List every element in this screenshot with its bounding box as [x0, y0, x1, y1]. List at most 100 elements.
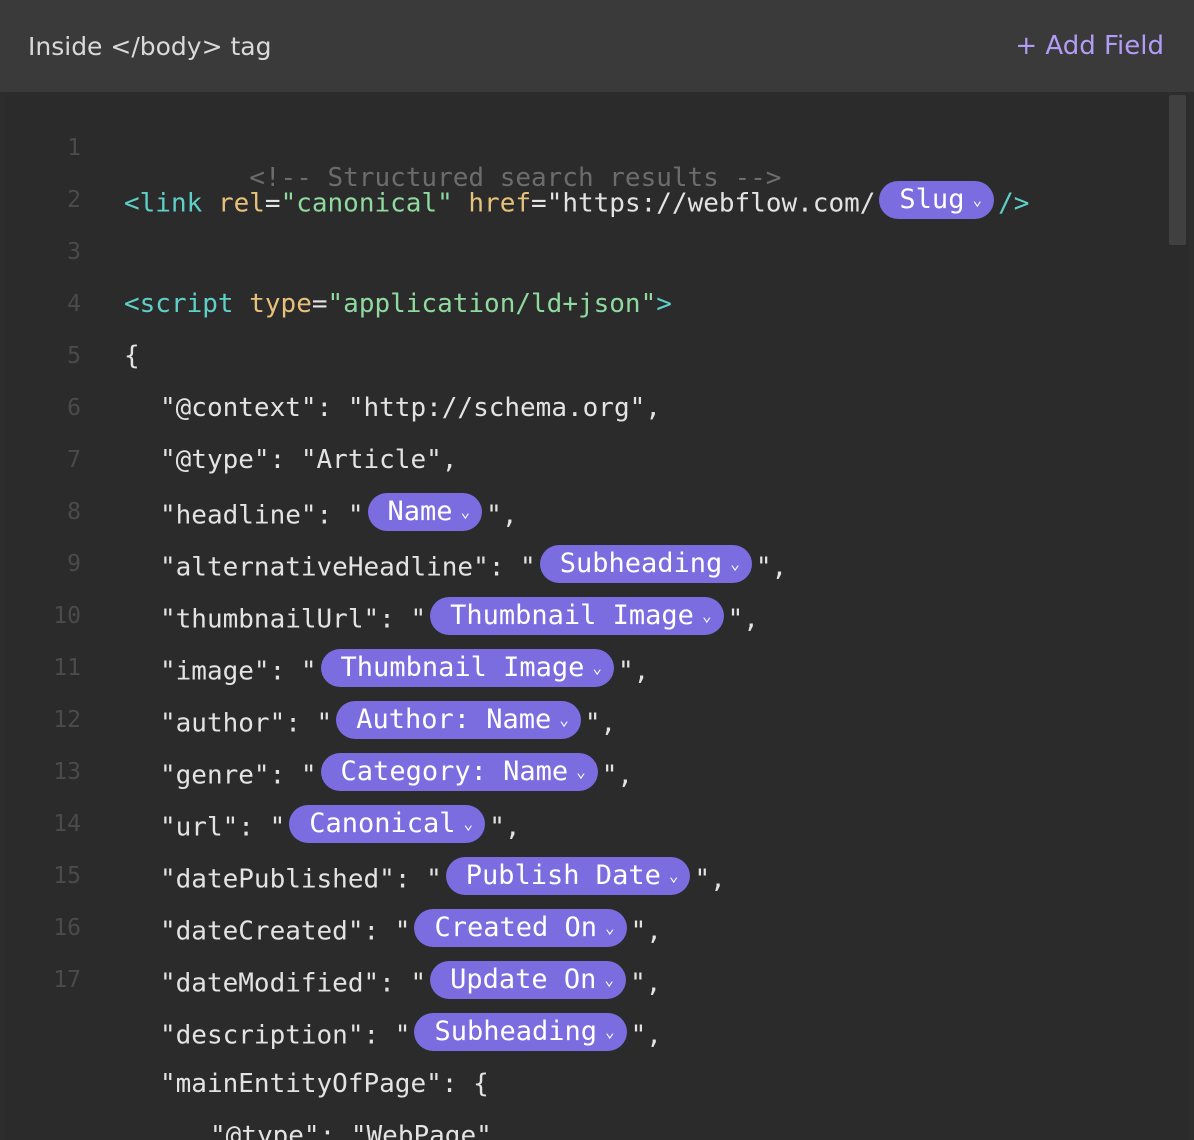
chevron-down-icon: ⌄ — [668, 866, 679, 885]
field-pill-subheading[interactable]: Subheading ⌄ — [414, 1013, 627, 1051]
field-pill-category-name[interactable]: Category: Name ⌄ — [320, 753, 598, 791]
code-string: "application/ld+json" — [327, 289, 657, 319]
code-key: "alternativeHeadline": " — [160, 552, 536, 583]
field-pill-label: Publish Date — [465, 860, 661, 891]
line-number: 6 — [67, 395, 81, 421]
code-line-alternative-headline: "alternativeHeadline": " Subheading ⌄ ", — [160, 545, 788, 587]
code-line-type: "@type": "Article", — [160, 445, 458, 475]
panel-title: Inside </body> tag — [28, 32, 272, 61]
field-pill-author-name[interactable]: Author: Name ⌄ — [336, 701, 581, 739]
code-line-link: <link rel="canonical" href="https://webf… — [124, 181, 1030, 223]
line-number: 1 — [67, 135, 81, 161]
code-key: "thumbnailUrl": " — [160, 604, 427, 635]
line-number: 8 — [67, 499, 81, 525]
code-line-author: "author": " Author: Name ⌄ ", — [160, 701, 617, 743]
field-pill-label: Thumbnail Image — [340, 652, 585, 683]
field-pill-created-on[interactable]: Created On ⌄ — [414, 909, 627, 947]
code-tag: > — [656, 289, 672, 319]
code-punct: ", — [727, 604, 759, 635]
field-pill-label: Subheading — [434, 1016, 598, 1047]
field-pill-thumbnail-image[interactable]: Thumbnail Image ⌄ — [320, 649, 615, 687]
line-number: 17 — [53, 967, 81, 993]
field-pill-label: Thumbnail Image — [450, 600, 694, 631]
code-line-date-modified: "dateModified": " Update On ⌄ ", — [160, 961, 662, 1003]
chevron-down-icon: ⌄ — [972, 190, 983, 209]
code-line-thumbnail-url: "thumbnailUrl": " Thumbnail Image ⌄ ", — [160, 597, 759, 639]
field-pill-label: Update On — [450, 964, 597, 995]
code-punct: ", — [630, 1020, 662, 1051]
code-line-date-published: "datePublished": " Publish Date ⌄ ", — [160, 857, 726, 899]
code-line-date-created: "dateCreated": " Created On ⌄ ", — [160, 909, 662, 951]
chevron-down-icon: ⌄ — [576, 762, 586, 781]
code-punct: ", — [584, 708, 617, 739]
code-key: "genre": " — [160, 760, 317, 791]
code-line-description: "description": " Subheading ⌄ ", — [160, 1013, 662, 1055]
code-key: "dateModified": " — [160, 968, 427, 999]
code-punct: ", — [489, 812, 521, 843]
field-pill-label: Canonical — [309, 808, 456, 839]
field-pill-name[interactable]: Name ⌄ — [367, 493, 483, 531]
line-number: 12 — [53, 707, 81, 733]
code-editor[interactable]: 1 2 3 4 5 6 7 8 9 10 11 12 13 14 15 16 1… — [5, 95, 1189, 1140]
code-key: "headline": " — [160, 500, 364, 531]
chevron-down-icon: ⌄ — [605, 918, 615, 937]
line-number: 13 — [53, 759, 81, 785]
code-attr: href — [468, 188, 532, 219]
code-line-genre: "genre": " Category: Name ⌄ ", — [160, 753, 634, 795]
line-number: 4 — [67, 291, 81, 317]
code-tag: /> — [998, 188, 1030, 219]
code-punct: ", — [618, 656, 650, 687]
add-field-button[interactable]: + Add Field — [1015, 31, 1164, 61]
code-line-image: "image": " Thumbnail Image ⌄ ", — [160, 649, 650, 691]
code-punct: ", — [694, 864, 726, 895]
scrollbar-thumb[interactable] — [1169, 95, 1186, 245]
code-line-url: "url": " Canonical ⌄ ", — [160, 805, 521, 847]
chevron-down-icon: ⌄ — [701, 606, 712, 625]
code-string: "canonical" — [280, 188, 453, 219]
code-key: "author": " — [160, 708, 333, 739]
field-pill-label: Category: Name — [340, 756, 569, 787]
code-attr: type — [249, 289, 312, 319]
custom-code-panel: Inside </body> tag + Add Field 1 2 3 4 5… — [0, 0, 1194, 1140]
code-key: "image": " — [160, 656, 317, 687]
field-pill-slug[interactable]: Slug ⌄ — [879, 181, 995, 219]
chevron-down-icon: ⌄ — [730, 554, 740, 573]
line-number: 9 — [67, 551, 81, 577]
line-number: 14 — [53, 811, 81, 837]
editor-scrollbar[interactable] — [1168, 95, 1189, 1140]
code-punct: ", — [755, 552, 788, 583]
field-pill-label: Name — [387, 496, 453, 527]
code-line-webpage-type: "@type": "WebPage", — [210, 1121, 508, 1140]
code-tag: <script — [124, 289, 234, 319]
code-punct: ", — [601, 760, 634, 791]
code-punct: ", — [630, 968, 662, 999]
code-key: "datePublished": " — [160, 864, 442, 895]
field-pill-publish-date[interactable]: Publish Date ⌄ — [445, 857, 691, 895]
code-punct: = — [311, 289, 328, 319]
code-string: "https://webflow.com/ — [546, 188, 876, 219]
field-pill-label: Author: Name — [356, 704, 552, 735]
line-number: 16 — [53, 915, 81, 941]
line-number: 15 — [53, 863, 81, 889]
code-line-script: <script type="application/ld+json"> — [124, 289, 672, 319]
chevron-down-icon: ⌄ — [605, 1022, 615, 1041]
field-pill-thumbnail-image[interactable]: Thumbnail Image ⌄ — [430, 597, 724, 635]
line-number: 5 — [67, 343, 81, 369]
code-key: "dateCreated": " — [160, 916, 411, 947]
code-punct: = — [531, 188, 547, 219]
chevron-down-icon: ⌄ — [592, 658, 603, 677]
field-pill-label: Subheading — [559, 548, 723, 579]
chevron-down-icon: ⌄ — [460, 502, 471, 521]
field-pill-canonical[interactable]: Canonical ⌄ — [289, 805, 486, 843]
chevron-down-icon: ⌄ — [604, 970, 615, 989]
field-pill-update-on[interactable]: Update On ⌄ — [430, 961, 627, 999]
code-attr: rel — [217, 188, 265, 219]
code-punct: ", — [486, 500, 518, 531]
code-line-main-entity: "mainEntityOfPage": { — [160, 1069, 489, 1099]
code-punct: = — [264, 188, 281, 219]
field-pill-subheading[interactable]: Subheading ⌄ — [539, 545, 752, 583]
field-pill-label: Created On — [434, 912, 598, 943]
line-number: 2 — [67, 187, 81, 213]
field-pill-label: Slug — [899, 184, 965, 215]
code-line-context: "@context": "http://schema.org", — [160, 393, 661, 423]
